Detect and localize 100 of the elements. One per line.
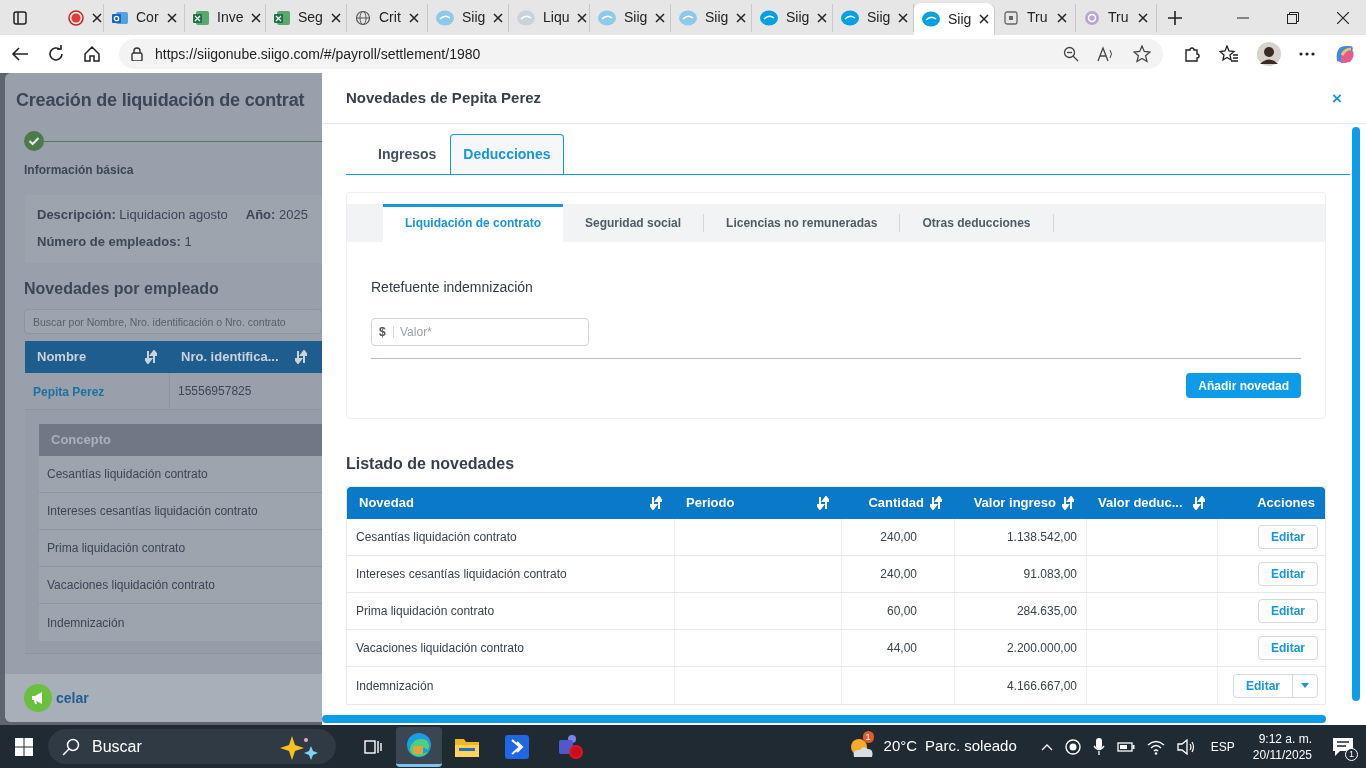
- edit-button[interactable]: Editar: [1258, 599, 1318, 623]
- automation-icon[interactable]: [505, 734, 529, 759]
- close-icon[interactable]: [251, 12, 262, 23]
- more-icon[interactable]: [1299, 52, 1315, 56]
- lock-icon: [131, 47, 143, 61]
- close-icon[interactable]: [92, 12, 102, 23]
- close-icon[interactable]: [330, 12, 341, 23]
- table-cell-text: Cesantías liquidación contrato: [356, 529, 517, 546]
- tab[interactable]: Ingresos: [366, 134, 449, 174]
- close-icon[interactable]: [166, 12, 177, 23]
- brand-icon: [841, 9, 859, 26]
- column-header[interactable]: Nro. identifica...: [181, 347, 279, 367]
- profile-avatar-icon[interactable]: [1257, 42, 1281, 66]
- close-icon[interactable]: [577, 12, 588, 23]
- table-cell-text: 240,00: [880, 529, 917, 546]
- record-icon: [68, 9, 84, 26]
- language-indicator[interactable]: ESP: [1210, 737, 1235, 756]
- horizontal-scrollbar[interactable]: [322, 715, 1326, 723]
- url-text: https://siigonube.siigo.com/#/payroll/settlement/1980: [155, 44, 481, 64]
- subtab[interactable]: Otras deducciones: [900, 204, 1053, 242]
- table-cell-text: Vacaciones liquidación contrato: [356, 640, 524, 657]
- edit-button[interactable]: Editar: [1258, 636, 1318, 660]
- table-cell-text: Vacaciones liquidación contrato: [47, 577, 215, 594]
- restore-icon[interactable]: [1287, 11, 1299, 24]
- close-button[interactable]: ×: [1332, 89, 1342, 107]
- home-icon[interactable]: [83, 45, 101, 63]
- chevron-up-icon[interactable]: [1040, 742, 1053, 751]
- step-label: Información básica: [23, 162, 135, 179]
- favorites-icon[interactable]: [1219, 45, 1239, 63]
- back-icon[interactable]: [11, 46, 29, 62]
- browser-tab[interactable]: Siig: [914, 3, 995, 35]
- column-header[interactable]: Periodo: [686, 493, 735, 513]
- column-header[interactable]: Novedad: [359, 493, 414, 513]
- search-field[interactable]: Buscar por Nombre, Nro. identificación o Nro. contrato: [24, 309, 322, 334]
- page-icon: [1003, 9, 1019, 26]
- speaker-icon[interactable]: [1176, 738, 1195, 755]
- column-header[interactable]: Nombre: [37, 347, 87, 367]
- close-icon[interactable]: [817, 12, 828, 23]
- column-header[interactable]: Cantidad: [868, 493, 924, 513]
- info-text: Número de empleados: 1: [37, 233, 192, 251]
- table-cell-text: 4.166.667,00: [1006, 677, 1077, 695]
- browser-tab[interactable]: Liqu: [509, 3, 590, 32]
- subtab[interactable]: Liquidación de contrato: [383, 204, 563, 242]
- table-cell-text: Prima liquidación contrato: [356, 603, 495, 620]
- browser-tab[interactable]: Siig: [833, 3, 914, 32]
- table-cell-text: 284.635,00: [1016, 603, 1077, 620]
- notifications-button[interactable]: 1: [1332, 736, 1354, 757]
- search-icon: [62, 737, 80, 756]
- start-icon[interactable]: [15, 737, 33, 756]
- table-cell-text: 15556957825: [178, 383, 252, 400]
- browser-tab[interactable]: Inve: [185, 3, 266, 32]
- edit-button[interactable]: Editar: [1258, 525, 1318, 549]
- address-bar[interactable]: https://siigonube.siigo.com/#/payroll/settlement/1980: [119, 39, 1163, 69]
- extensions-icon[interactable]: [1183, 45, 1201, 63]
- browser-tab[interactable]: Tru: [1076, 3, 1157, 32]
- read-aloud-icon[interactable]: [1097, 46, 1115, 62]
- column-header[interactable]: Valor ingreso: [973, 493, 1056, 513]
- browser-tab[interactable]: Seg: [266, 3, 347, 32]
- close-icon[interactable]: [1057, 12, 1067, 23]
- caret-icon: [1301, 683, 1309, 688]
- subtab[interactable]: Licencias no remuneradas: [704, 204, 900, 242]
- reload-icon[interactable]: [47, 45, 65, 63]
- wifi-icon[interactable]: [1146, 738, 1165, 755]
- edit-button[interactable]: Editar: [1258, 562, 1318, 586]
- vertical-scrollbar[interactable]: [1352, 127, 1360, 701]
- clock[interactable]: 9:12 a. m. 20/11/2025: [1252, 730, 1312, 763]
- zoom-out-icon[interactable]: [1063, 46, 1079, 62]
- browser-tab[interactable]: Siig: [752, 3, 833, 32]
- record-icon[interactable]: [1064, 738, 1081, 755]
- close-icon[interactable]: [979, 14, 990, 24]
- close-icon[interactable]: [493, 12, 504, 23]
- browser-taskbar-button[interactable]: [396, 726, 442, 767]
- close-icon[interactable]: [898, 12, 909, 23]
- new-tab-icon[interactable]: [1168, 10, 1182, 25]
- browser-tab[interactable]: Crit: [347, 3, 428, 32]
- close-icon[interactable]: [1138, 12, 1148, 23]
- folder-icon[interactable]: [455, 736, 479, 757]
- column-header[interactable]: Valor deduc...: [1098, 493, 1183, 513]
- brand-icon: [517, 9, 535, 26]
- task-view-icon[interactable]: [364, 737, 382, 756]
- browser-tab[interactable]: Tru: [995, 3, 1076, 32]
- browser-tab[interactable]: Siig: [671, 3, 752, 32]
- taskbar-search[interactable]: Buscar: [48, 729, 336, 764]
- table-cell-text: 1.138.542,00: [1006, 529, 1077, 546]
- subtab[interactable]: Seguridad social: [563, 204, 704, 242]
- page-title: Creación de liquidación de contrat: [16, 89, 305, 112]
- sort-icon: [145, 350, 157, 364]
- browser-tab[interactable]: Siig: [428, 3, 509, 32]
- close-icon[interactable]: [655, 12, 666, 23]
- close-icon[interactable]: [736, 12, 747, 23]
- tab-actions-icon[interactable]: [13, 10, 27, 25]
- star-icon[interactable]: [1133, 45, 1151, 63]
- close-icon[interactable]: [409, 12, 419, 23]
- browser-tab[interactable]: Cor: [104, 3, 185, 32]
- table-cell-text: Intereses cesantías liquidación contrato: [47, 503, 258, 520]
- browser-tab[interactable]: Siig: [590, 3, 671, 32]
- info-text: Año: 2025: [245, 206, 308, 224]
- close-icon[interactable]: [1337, 11, 1349, 24]
- battery-icon[interactable]: [1116, 740, 1135, 753]
- microphone-icon[interactable]: [1092, 737, 1105, 756]
